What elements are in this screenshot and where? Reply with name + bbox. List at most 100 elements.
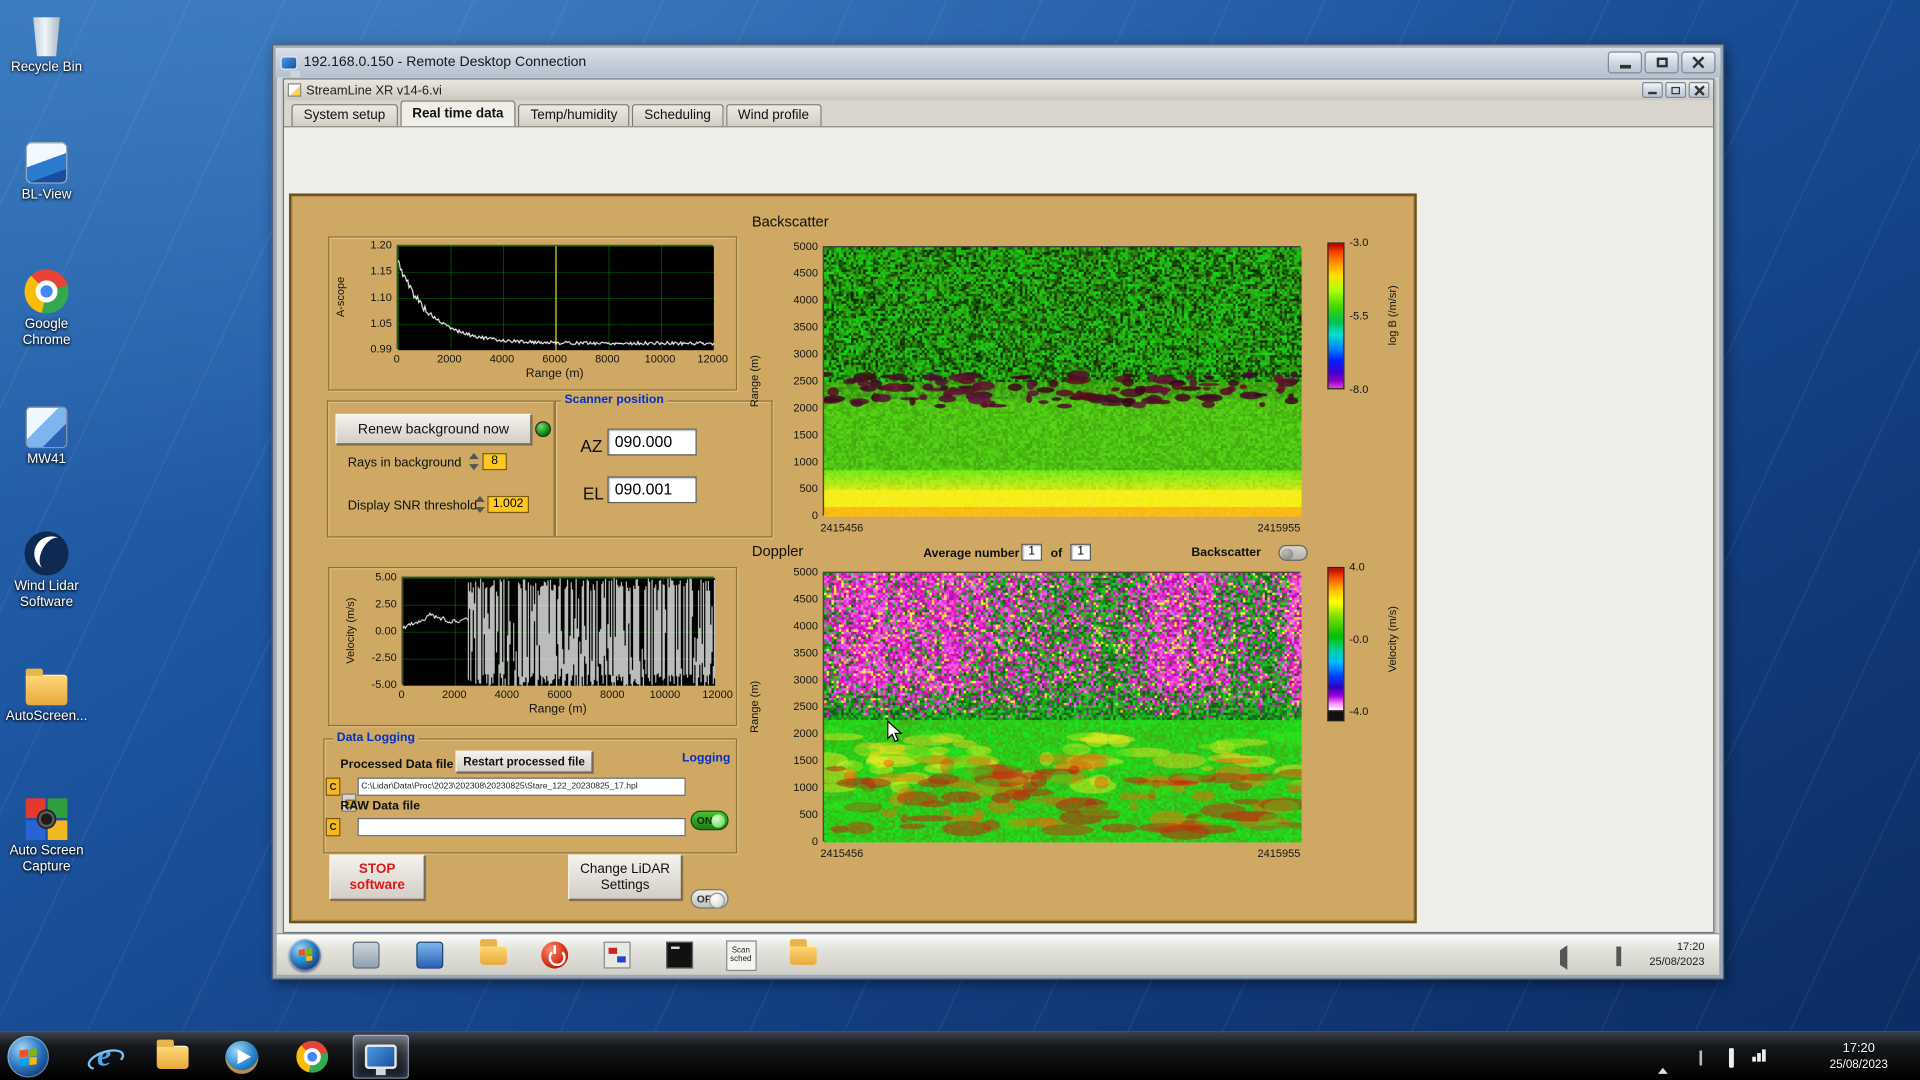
- remote-taskbar-icon-console[interactable]: [664, 939, 696, 971]
- remote-taskbar-icon-xr[interactable]: [601, 939, 633, 971]
- remote-taskbar-icon-folder[interactable]: [787, 939, 819, 971]
- processed-path-field[interactable]: C:\Lidar\Data\Proc\2023\202308\20230825\…: [357, 777, 686, 796]
- rdp-minimize-button[interactable]: [1607, 51, 1643, 74]
- backscatter-x-end: 2415955: [1257, 521, 1301, 534]
- restart-processed-file-button[interactable]: Restart processed file: [455, 750, 593, 773]
- rdp-close-button[interactable]: [1681, 51, 1716, 74]
- average-number-label: Average number: [923, 547, 1020, 561]
- increment-icon[interactable]: [468, 453, 479, 460]
- backscatter-y-axis-label: Range (m): [748, 354, 761, 407]
- app-minimize-button[interactable]: [1642, 82, 1663, 98]
- rdp-titlebar[interactable]: 192.168.0.150 - Remote Desktop Connectio…: [275, 47, 1721, 78]
- average-number-value[interactable]: 1: [1021, 543, 1043, 561]
- raw-drive-box[interactable]: C: [325, 817, 341, 837]
- tick-label: -3.0: [1349, 236, 1369, 249]
- desktop-icon-google-chrome[interactable]: Google Chrome: [0, 262, 93, 349]
- taskbar-media-player[interactable]: [213, 1035, 269, 1079]
- app-restore-button[interactable]: [1665, 82, 1687, 98]
- desktop-icon-autoscreen[interactable]: AutoScreen...: [0, 654, 93, 725]
- tick-label: 8000: [599, 688, 625, 701]
- desktop-icon-bl-view[interactable]: BL-View: [0, 132, 93, 203]
- backscatter-heatmap[interactable]: [822, 246, 1302, 517]
- tick-label: 5.00: [375, 570, 397, 583]
- remote-taskbar-icon-3[interactable]: [478, 939, 510, 971]
- rays-in-background-value[interactable]: 8: [482, 453, 507, 471]
- desktop-icon-recycle-bin[interactable]: Recycle Bin: [0, 5, 93, 76]
- backscatter-y-axis-label-wrap: Range (m): [747, 246, 762, 515]
- backscatter-toggle[interactable]: [1278, 544, 1308, 561]
- tab-bar: System setup Real time data Temp/humidit…: [284, 100, 1713, 127]
- stop-software-button[interactable]: STOP software: [329, 854, 425, 901]
- remote-clock[interactable]: 17:20 25/08/2023: [1607, 939, 1704, 968]
- taskbar-chrome[interactable]: [284, 1035, 340, 1079]
- tab-wind-profile[interactable]: Wind profile: [725, 104, 822, 127]
- average-of-value[interactable]: 1: [1070, 543, 1092, 561]
- tick-label: 1.15: [370, 264, 392, 278]
- raw-logging-toggle[interactable]: OFF: [690, 888, 729, 909]
- rays-spinner[interactable]: [468, 453, 479, 471]
- velocity-y-ticks: 5.00 2.50 0.00 -2.50 -5.00: [353, 571, 397, 691]
- ascope-graph[interactable]: [396, 244, 714, 351]
- renew-background-button[interactable]: Renew background now: [335, 413, 532, 445]
- az-label: AZ: [580, 435, 603, 456]
- show-hidden-icons-button[interactable]: [1657, 1053, 1668, 1074]
- taskbar-rdp-active[interactable]: [352, 1034, 409, 1079]
- tick-label: 6000: [547, 688, 572, 701]
- app-content: A-scope 1.20 1.15 1.10 1.05 0.99 0 2000 4000 60…: [284, 126, 1714, 932]
- tray-flag-icon-button[interactable]: [1699, 1050, 1703, 1066]
- app-titlebar[interactable]: StreamLine XR v14-6.vi: [284, 79, 1714, 101]
- taskbar-file-explorer[interactable]: [144, 1035, 200, 1079]
- tray-network-icon-button[interactable]: [1752, 1049, 1766, 1062]
- stop-button-line2: software: [349, 877, 405, 893]
- change-lidar-settings-button[interactable]: Change LiDAR Settings: [568, 854, 683, 901]
- media-player-icon: [224, 1040, 258, 1074]
- tick-label: 1000: [793, 455, 818, 468]
- rdp-maximize-button[interactable]: [1644, 51, 1679, 74]
- clock-time: 17:20: [1842, 1040, 1875, 1056]
- tab-system-setup[interactable]: System setup: [291, 104, 398, 127]
- remote-taskbar-icon-2[interactable]: [414, 939, 446, 971]
- tick-label: 4.0: [1349, 560, 1365, 574]
- el-value-field[interactable]: 090.001: [607, 476, 697, 504]
- remote-hidden-icons-button[interactable]: [1560, 945, 1568, 970]
- taskbar-internet-explorer[interactable]: e: [76, 1035, 132, 1079]
- decrement-icon[interactable]: [474, 506, 485, 514]
- tick-label: 1500: [793, 754, 818, 767]
- remote-taskbar-icon-1[interactable]: [350, 939, 382, 971]
- processed-logging-toggle[interactable]: ON: [690, 810, 729, 831]
- tick-label: -5.5: [1349, 309, 1369, 323]
- tray-display-icon-button[interactable]: [1728, 1048, 1734, 1068]
- desktop-icon-wind-lidar[interactable]: Wind Lidar Software: [0, 524, 93, 611]
- app-icon: [287, 83, 302, 97]
- folder-icon: [25, 668, 68, 706]
- ascope-y-axis-label-wrap: A-scope: [333, 245, 348, 349]
- tab-scheduling[interactable]: Scheduling: [632, 104, 724, 127]
- remote-taskbar-icon-scan-sched[interactable]: Scan sched: [725, 939, 757, 971]
- increment-icon[interactable]: [474, 495, 485, 503]
- backscatter-title: Backscatter: [751, 213, 829, 231]
- snr-threshold-value[interactable]: 1.002: [487, 495, 529, 514]
- raw-path-field[interactable]: [357, 817, 686, 837]
- taskbar-clock[interactable]: 17:20 25/08/2023: [1805, 1041, 1913, 1073]
- decrement-icon[interactable]: [468, 464, 479, 471]
- start-button[interactable]: [7, 1035, 49, 1078]
- remote-taskbar-icon-shutdown[interactable]: [539, 939, 571, 971]
- desktop-icon-mw41[interactable]: MW41: [0, 397, 93, 468]
- backscatter-colorbar-ticks: -3.0 -5.5 -8.0: [1349, 236, 1381, 395]
- app-close-button[interactable]: [1688, 82, 1710, 98]
- velocity-graph[interactable]: [401, 576, 716, 686]
- tick-label: 12000: [697, 352, 728, 365]
- tab-real-time-data[interactable]: Real time data: [399, 100, 516, 127]
- tab-temp-humidity[interactable]: Temp/humidity: [518, 104, 630, 127]
- remote-start-button[interactable]: [288, 939, 321, 972]
- doppler-y-axis-label: Range (m): [748, 680, 761, 733]
- chrome-icon: [24, 269, 69, 314]
- doppler-heatmap[interactable]: [822, 571, 1302, 843]
- restore-icon: [1671, 86, 1681, 94]
- tick-label: 1.05: [370, 316, 392, 330]
- desktop-icon-auto-screen-capture[interactable]: Auto Screen Capture: [0, 789, 93, 876]
- snr-spinner[interactable]: [474, 495, 485, 514]
- az-value-field[interactable]: 090.000: [607, 428, 697, 456]
- processed-drive-box[interactable]: C: [325, 777, 341, 796]
- app-icon: [416, 941, 444, 969]
